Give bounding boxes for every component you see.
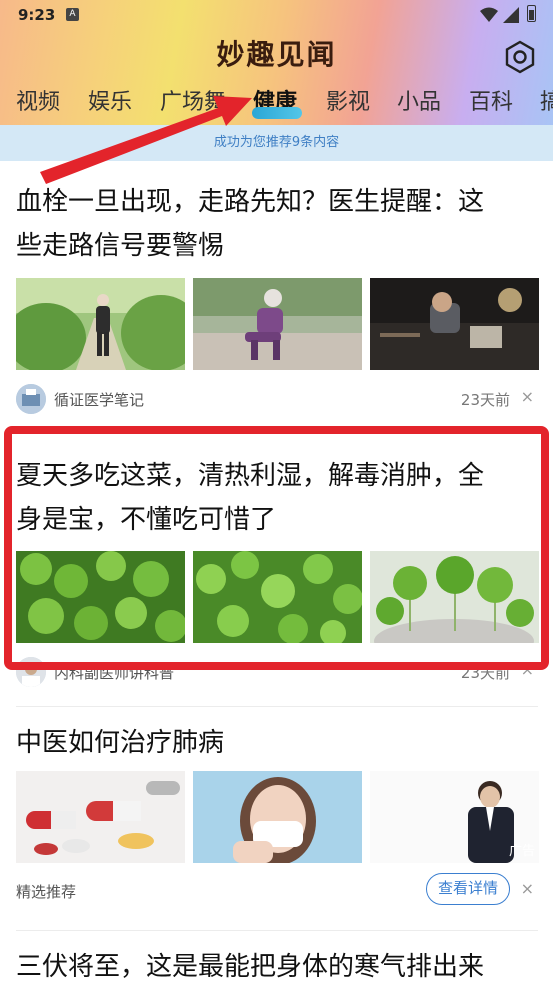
view-details-button[interactable]: 查看详情	[426, 873, 510, 905]
thumb-woman-mask	[193, 771, 362, 863]
tab-sketch[interactable]: 小品	[397, 84, 441, 116]
dismiss-close-icon[interactable]: ×	[521, 387, 534, 406]
article-title[interactable]: 三伏将至，这是最能把身体的寒气排出来	[16, 945, 536, 984]
status-bar: 9:23 A	[0, 0, 553, 32]
article-source[interactable]: 循证医学笔记	[54, 389, 144, 410]
tab-entertainment[interactable]: 娱乐	[88, 84, 132, 116]
thumb-man-coughing: 广告	[370, 771, 539, 863]
article-title[interactable]: 血栓一旦出现，走路先知？医生提醒：这 些走路信号要警惕	[16, 180, 536, 268]
wifi-icon	[480, 7, 498, 22]
article-thumbnails: 广告	[16, 771, 539, 863]
tab-video[interactable]: 视频	[16, 84, 60, 116]
article-card[interactable]: 血栓一旦出现，走路先知？医生提醒：这 些走路信号要警惕 循证医学笔记 23天前 …	[0, 161, 553, 426]
article-meta: 循证医学笔记 23天前 ×	[16, 383, 538, 415]
article-meta: 精选推荐 查看详情 ×	[16, 873, 538, 907]
avatar	[16, 384, 46, 414]
thumb-man-desk-night	[370, 278, 539, 370]
app-title: 妙趣见闻	[216, 38, 337, 71]
article-title[interactable]: 中医如何治疗肺病	[16, 721, 536, 765]
notification-icon: A	[66, 8, 79, 21]
article-time: 23天前	[460, 391, 510, 409]
annotation-highlight-box	[4, 426, 549, 670]
tab-encyclopedia[interactable]: 百科	[469, 84, 513, 116]
ad-card[interactable]: 中医如何治疗肺病 广告 精选推荐 查看详情 ×	[0, 707, 553, 927]
battery-icon	[527, 5, 536, 22]
tab-film[interactable]: 影视	[326, 84, 370, 116]
thumb-elderly-woman-knee	[193, 278, 362, 370]
active-tab-indicator	[252, 107, 302, 119]
ad-label: 广告	[508, 844, 535, 859]
signal-icon	[503, 7, 519, 23]
article-source: 精选推荐	[16, 883, 77, 901]
recommend-notice: 成功为您推荐9条内容	[0, 125, 553, 161]
tab-more[interactable]: 搞	[540, 84, 553, 116]
tab-square-dance[interactable]: 广场舞	[160, 84, 226, 116]
article-card[interactable]: 三伏将至，这是最能把身体的寒气排出来	[0, 931, 553, 984]
thumb-elderly-man-walking	[16, 278, 185, 370]
status-time: 9:23	[18, 6, 56, 24]
thumb-pills	[16, 771, 185, 863]
settings-icon[interactable]	[502, 39, 538, 75]
dismiss-close-icon[interactable]: ×	[521, 879, 534, 898]
article-thumbnails	[16, 278, 539, 370]
